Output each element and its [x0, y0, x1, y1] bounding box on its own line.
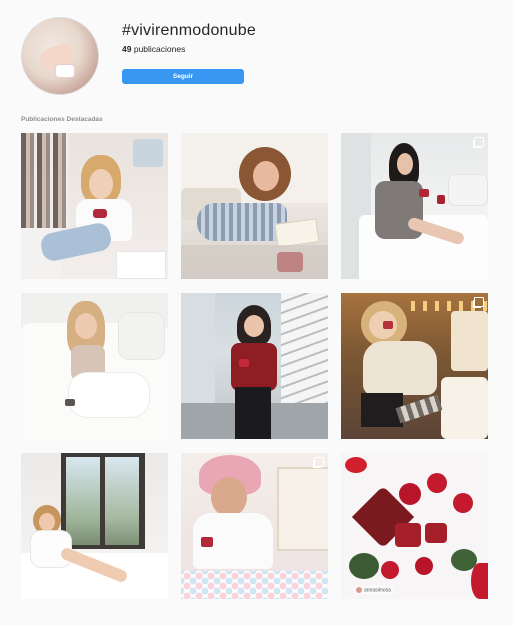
photo-credit: annasimosa — [353, 585, 394, 594]
post-stairs-red[interactable] — [181, 293, 328, 439]
post-count: 49 publicaciones — [122, 44, 185, 54]
post-towel-mask[interactable] — [181, 453, 328, 599]
multiple-images-icon — [474, 137, 484, 147]
post-window-bath[interactable] — [21, 453, 168, 599]
post-count-number: 49 — [122, 44, 132, 54]
credit-avatar — [356, 586, 362, 593]
multiple-images-icon — [474, 297, 484, 307]
featured-title: Publicaciones Destacadas — [21, 116, 103, 123]
profile-header: #vivirenmodonube 49 publicaciones Seguir — [21, 17, 501, 97]
follow-button[interactable]: Seguir — [122, 69, 244, 84]
featured-grid: annasimosa — [21, 133, 488, 599]
post-closet-selfie[interactable] — [21, 133, 168, 279]
post-count-label: publicaciones — [133, 44, 186, 54]
multiple-images-icon — [314, 457, 324, 467]
avatar-jar — [55, 64, 75, 78]
post-white-sofa[interactable] — [21, 293, 168, 439]
credit-username: annasimosa — [364, 587, 391, 593]
post-sofa-book[interactable] — [181, 133, 328, 279]
profile-avatar[interactable] — [21, 17, 99, 95]
hashtag-title: #vivirenmodonube — [122, 22, 256, 39]
post-roses-flatlay[interactable]: annasimosa — [341, 453, 488, 599]
post-bed-blazer[interactable] — [341, 133, 488, 279]
post-sweater-cozy[interactable] — [341, 293, 488, 439]
